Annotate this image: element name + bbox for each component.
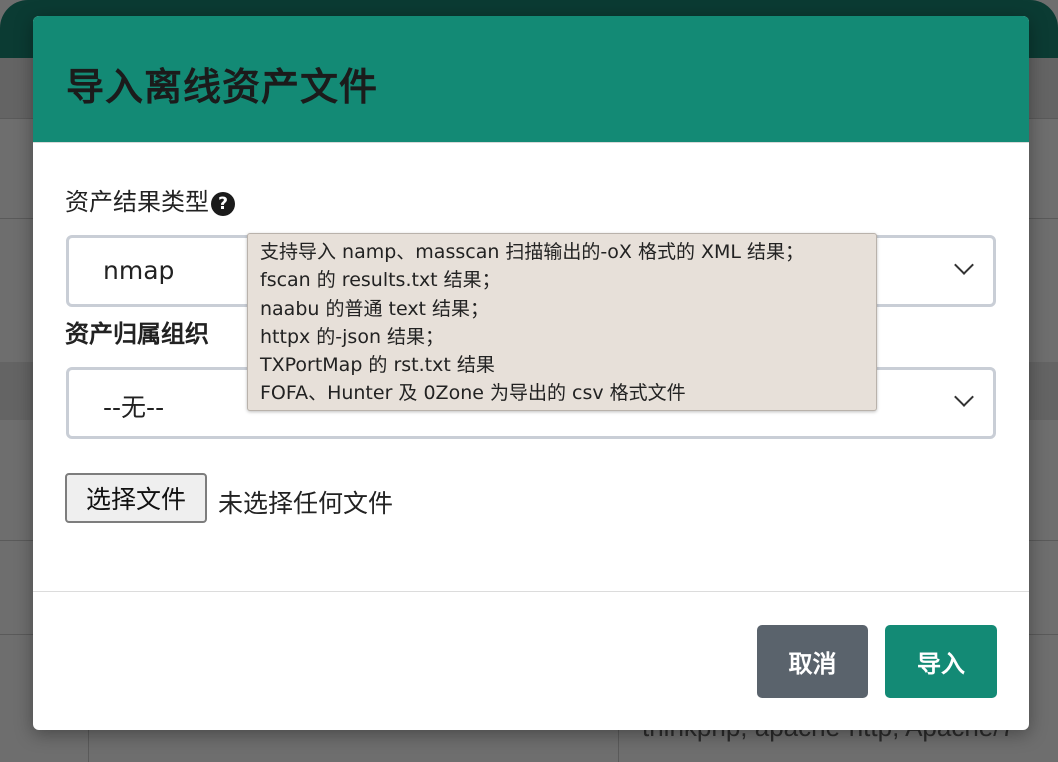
asset-type-label: 资产结果类型? [65,182,235,217]
tooltip-line: naabu 的普通 text 结果； [260,297,490,320]
organization-selected-value: --无-- [103,393,165,422]
modal-header: 导入离线资产文件 [33,16,1029,143]
modal-footer-divider [33,591,1029,592]
choose-file-button[interactable]: 选择文件 [65,473,207,523]
asset-type-selected-value: nmap [103,256,175,285]
tooltip-line: fscan 的 results.txt 结果； [260,269,501,292]
question-circle-icon[interactable]: ? [211,192,235,216]
chevron-down-icon [954,255,974,275]
cancel-button[interactable]: 取消 [757,625,868,698]
tooltip-line: 支持导入 namp、masscan 扫描输出的-oX 格式的 XML 结果； [260,241,805,263]
tooltip-line: TXPortMap 的 rst.txt 结果 [260,354,495,377]
organization-label: 资产归属组织 [65,320,209,348]
asset-type-label-text: 资产结果类型 [65,188,209,216]
file-status-text: 未选择任何文件 [218,489,394,518]
import-button[interactable]: 导入 [885,625,997,698]
chevron-down-icon [954,387,974,407]
asset-type-help-tooltip: 支持导入 namp、masscan 扫描输出的-oX 格式的 XML 结果； f… [247,233,877,411]
tooltip-line: httpx 的-json 结果； [260,325,445,348]
modal-title: 导入离线资产文件 [66,65,379,109]
tooltip-line: FOFA、Hunter 及 0Zone 为导出的 csv 格式文件 [260,382,686,405]
